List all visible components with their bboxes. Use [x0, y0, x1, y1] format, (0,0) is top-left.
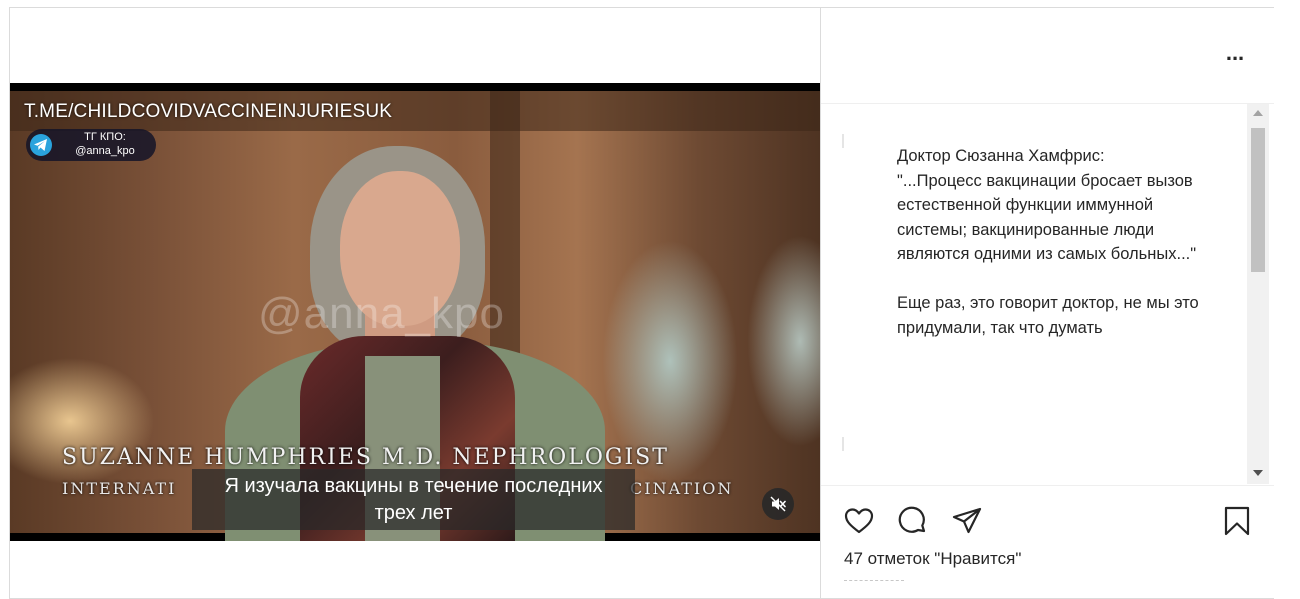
like-button[interactable] [843, 505, 875, 537]
center-watermark: @anna_kpo [258, 289, 505, 338]
send-icon [952, 507, 982, 534]
telegram-badge: ТГ КПО: @anna_kpo [26, 129, 156, 161]
likes-count[interactable]: 47 отметок "Нравится" [844, 549, 1021, 569]
scroll-thumb[interactable] [1251, 128, 1265, 272]
scroll-up-arrow[interactable] [1253, 110, 1263, 116]
comment-icon [898, 506, 926, 533]
post-header: ... [821, 8, 1274, 104]
share-button[interactable] [951, 505, 983, 537]
post-media: T.ME/CHILDCOVIDVACCINEINJURIESUK ТГ КПО:… [10, 8, 820, 598]
instagram-post: T.ME/CHILDCOVIDVACCINEINJURIESUK ТГ КПО:… [9, 7, 1274, 599]
video-sub-caption-right: CINATION [630, 479, 734, 498]
video-sub-caption: INTERNATI CINATION [62, 479, 731, 498]
comments-scrollbar[interactable] [1247, 104, 1269, 484]
telegram-badge-handle: @anna_kpo [75, 145, 135, 157]
telegram-badge-title: ТГ КПО: [84, 131, 126, 143]
scroll-down-arrow[interactable] [1253, 470, 1263, 476]
save-button[interactable] [1221, 505, 1253, 537]
comments-area: Доктор Сюзанна Хамфрис: "...Процесс вакц… [821, 104, 1274, 484]
subtitle-box: Я изучала вакцины в течение последних тр… [192, 469, 635, 530]
subtitle-line-1: Я изучала вакцины в течение последних [224, 475, 603, 497]
video-name-caption: SUZANNE HUMPHRIES M.D. NEPHROLOGIST [62, 445, 669, 470]
video-player[interactable]: T.ME/CHILDCOVIDVACCINEINJURIESUK ТГ КПО:… [10, 83, 820, 541]
subtitle-line-2: трех лет [374, 502, 453, 524]
avatar-placeholder [842, 134, 844, 148]
more-options-button[interactable]: ... [1220, 42, 1250, 68]
post-actions [821, 485, 1274, 546]
avatar-placeholder [842, 437, 844, 451]
mute-button[interactable] [762, 488, 794, 520]
heart-icon [844, 508, 874, 534]
post-side-panel: ... Доктор Сюзанна Хамфрис: "...Процесс … [820, 8, 1274, 598]
url-watermark: T.ME/CHILDCOVIDVACCINEINJURIESUK [24, 101, 393, 122]
bookmark-icon [1224, 506, 1250, 536]
post-caption: Доктор Сюзанна Хамфрис: "...Процесс вакц… [897, 147, 1199, 337]
video-frame: T.ME/CHILDCOVIDVACCINEINJURIESUK ТГ КПО:… [10, 91, 820, 541]
video-sub-caption-left: INTERNATI [62, 479, 177, 498]
telegram-icon [30, 134, 52, 156]
speaker-muted-icon [770, 496, 786, 512]
comment-button[interactable] [897, 505, 929, 537]
